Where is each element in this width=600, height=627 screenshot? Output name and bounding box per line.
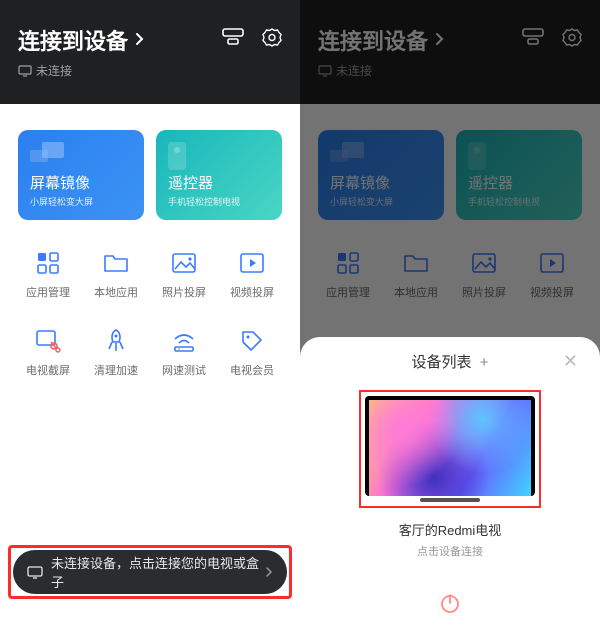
header: 连接到设备 未连接 xyxy=(0,0,300,104)
highlight-connect-bar: 未连接设备，点击连接您的电视或盒子 xyxy=(8,545,292,599)
tv-small-icon xyxy=(27,566,43,579)
device-item[interactable] xyxy=(365,396,535,502)
connect-device-bar[interactable]: 未连接设备，点击连接您的电视或盒子 xyxy=(13,550,287,594)
device-name[interactable]: 客厅的Redmi电视 xyxy=(318,520,582,539)
chevron-right-icon xyxy=(265,566,273,578)
power-icon[interactable] xyxy=(438,591,462,615)
features-grid: 应用管理 本地应用 照片投屏 视频投屏 xyxy=(0,220,300,378)
card-subtitle: 手机轻松控制电视 xyxy=(168,195,270,208)
grid-item-video[interactable]: 视频投屏 xyxy=(218,250,286,300)
device-list-panel: 设备列表 + ✕ 客厅的Redmi电视 点击设备连接 xyxy=(300,337,600,627)
grid-label: 网速测试 xyxy=(162,362,206,378)
page-title[interactable]: 连接到设备 xyxy=(18,24,128,56)
grid-item-photo[interactable]: 照片投屏 xyxy=(150,250,218,300)
video-icon xyxy=(239,250,265,276)
grid-item-apps[interactable]: 应用管理 xyxy=(14,250,82,300)
screens-icon xyxy=(30,142,64,166)
rocket-icon xyxy=(103,328,129,354)
close-icon[interactable]: ✕ xyxy=(563,351,578,372)
device-hint: 点击设备连接 xyxy=(318,543,582,559)
card-title: 屏幕镜像 xyxy=(30,172,132,193)
add-device-button[interactable]: + xyxy=(480,354,489,371)
card-screen-mirror[interactable]: 屏幕镜像 小屏轻松变大屏 xyxy=(18,130,144,220)
grid-item-vip[interactable]: 电视会员 xyxy=(218,328,286,378)
grid-item-clean[interactable]: 清理加速 xyxy=(82,328,150,378)
folder-icon xyxy=(103,250,129,276)
cast-icon[interactable] xyxy=(222,28,244,48)
scissors-icon xyxy=(35,328,61,354)
grid-label: 电视截屏 xyxy=(26,362,70,378)
apps-icon xyxy=(35,250,61,276)
tv-icon xyxy=(365,396,535,496)
grid-item-speedtest[interactable]: 网速测试 xyxy=(150,328,218,378)
tag-icon xyxy=(239,328,265,354)
highlight-device xyxy=(359,390,541,508)
card-subtitle: 小屏轻松变大屏 xyxy=(30,195,132,208)
pane-right: 连接到设备 未连接 屏幕镜像 小屏轻松变大屏 xyxy=(300,0,600,627)
remote-icon xyxy=(168,142,186,170)
grid-label: 本地应用 xyxy=(94,284,138,300)
grid-label: 照片投屏 xyxy=(162,284,206,300)
connect-bar-text: 未连接设备，点击连接您的电视或盒子 xyxy=(51,553,261,591)
grid-item-local[interactable]: 本地应用 xyxy=(82,250,150,300)
card-remote[interactable]: 遥控器 手机轻松控制电视 xyxy=(156,130,282,220)
grid-item-screenshot[interactable]: 电视截屏 xyxy=(14,328,82,378)
grid-label: 清理加速 xyxy=(94,362,138,378)
grid-label: 应用管理 xyxy=(26,284,70,300)
tv-small-icon xyxy=(18,65,32,77)
grid-label: 电视会员 xyxy=(230,362,274,378)
gear-icon[interactable] xyxy=(262,28,282,48)
chevron-right-icon xyxy=(134,32,144,46)
photo-icon xyxy=(171,250,197,276)
grid-label: 视频投屏 xyxy=(230,284,274,300)
panel-title-row: 设备列表 + ✕ xyxy=(318,351,582,372)
connection-status: 未连接 xyxy=(18,62,282,79)
card-title: 遥控器 xyxy=(168,172,270,193)
wifi-speed-icon xyxy=(171,328,197,354)
pane-left: 连接到设备 未连接 屏幕镜像 小屏轻松变大屏 xyxy=(0,0,300,627)
panel-title: 设备列表 xyxy=(412,354,472,371)
